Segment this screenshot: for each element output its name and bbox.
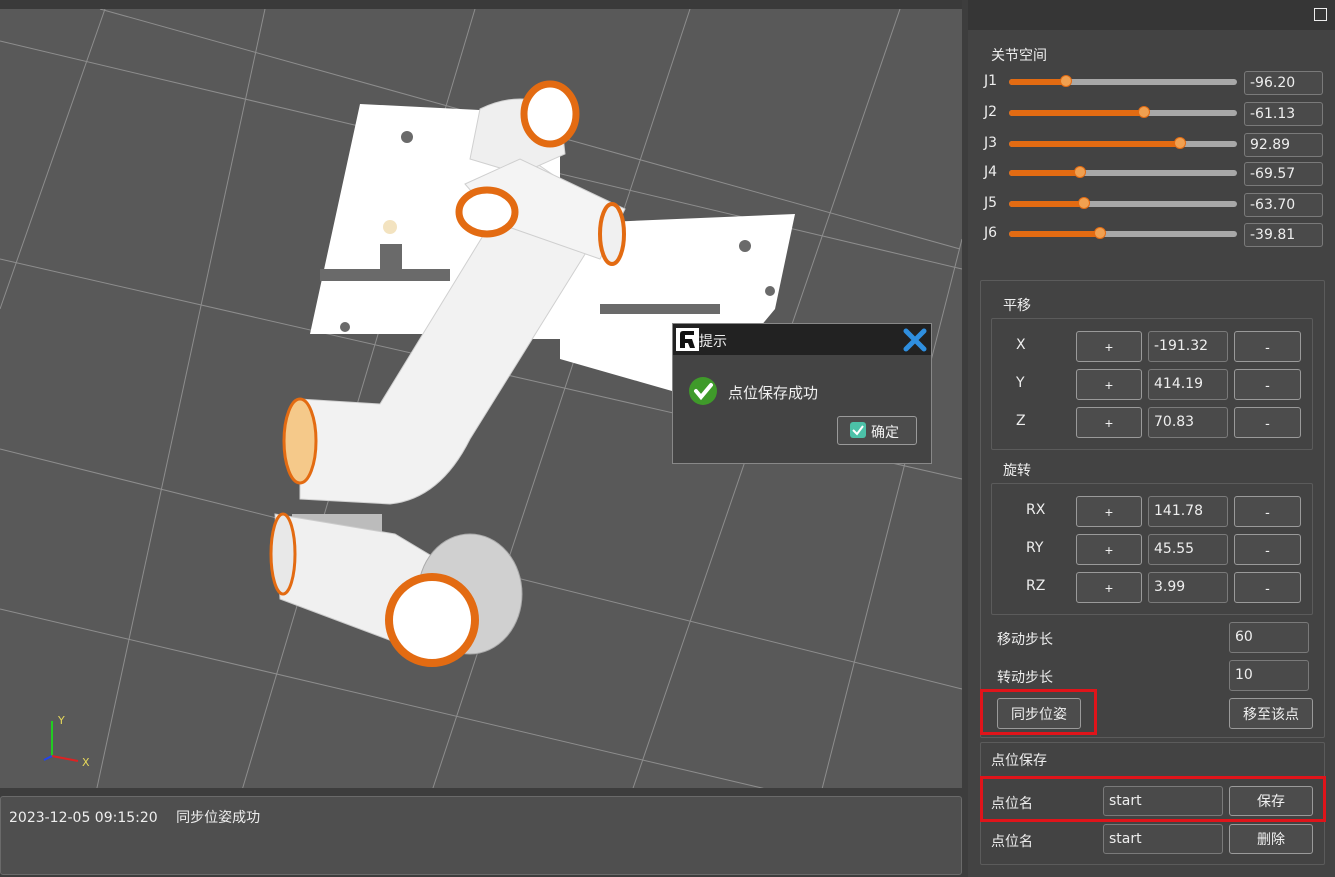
axis-minus-button[interactable]: - xyxy=(1234,331,1301,362)
sync-pose-button[interactable]: 同步位姿 xyxy=(997,698,1081,729)
dialog-header: 提示 xyxy=(673,324,931,355)
delete-button[interactable]: 删除 xyxy=(1229,824,1313,854)
rotation-title: 旋转 xyxy=(1003,463,1031,479)
axis-plus-button[interactable]: + xyxy=(1076,369,1142,400)
save-button[interactable]: 保存 xyxy=(1229,786,1313,816)
axis-label: RY xyxy=(1026,540,1044,556)
joint-row-j4: J4 -69.57 xyxy=(984,162,1329,186)
joint-space-title: 关节空间 xyxy=(991,48,1047,64)
joint-row-j5: J5 -63.70 xyxy=(984,193,1329,217)
axis-minus-button[interactable]: - xyxy=(1234,572,1301,603)
axis-label: RX xyxy=(1026,502,1046,518)
joint-value-input[interactable]: -96.20 xyxy=(1244,71,1323,95)
axis-minus-button[interactable]: - xyxy=(1234,496,1301,527)
slider-fill xyxy=(1009,231,1101,237)
tip-dialog: 提示 点位保存成功 确定 xyxy=(672,323,932,464)
restore-window-icon[interactable] xyxy=(1314,8,1327,21)
slider-fill xyxy=(1009,79,1066,85)
log-entry: 2023-12-05 09:15:20 同步位姿成功 xyxy=(9,807,260,827)
slider-thumb[interactable] xyxy=(1174,137,1186,149)
panel-titlebar xyxy=(968,0,1335,30)
axis-plus-button[interactable]: + xyxy=(1076,572,1142,603)
axis-y-label: Y xyxy=(57,714,65,727)
slider-fill xyxy=(1009,201,1085,207)
rotate-step-label: 转动步长 xyxy=(997,670,1053,686)
delete-point-name-input[interactable]: start xyxy=(1103,824,1223,854)
joint-slider[interactable] xyxy=(1009,75,1237,87)
joint-value-input[interactable]: -61.13 xyxy=(1244,102,1323,126)
axis-plus-button[interactable]: + xyxy=(1076,407,1142,438)
slider-thumb[interactable] xyxy=(1060,75,1072,87)
joint-value-input[interactable]: -69.57 xyxy=(1244,162,1323,186)
axis-label: Y xyxy=(1016,375,1025,391)
joint-value-input[interactable]: -63.70 xyxy=(1244,193,1323,217)
slider-fill xyxy=(1009,141,1180,147)
log-timestamp: 2023-12-05 09:15:20 xyxy=(9,810,158,826)
move-step-input[interactable]: 60 xyxy=(1229,622,1309,653)
success-check-icon xyxy=(689,377,717,405)
log-message: 同步位姿成功 xyxy=(176,810,261,826)
axis-plus-button[interactable]: + xyxy=(1076,534,1142,565)
axis-value-input[interactable]: -191.32 xyxy=(1148,331,1228,362)
axis-minus-button[interactable]: - xyxy=(1234,369,1301,400)
rotate-step-input[interactable]: 10 xyxy=(1229,660,1309,691)
axis-value-input[interactable]: 414.19 xyxy=(1148,369,1228,400)
move-step-label: 移动步长 xyxy=(997,632,1053,648)
joint-row-j1: J1 -96.20 xyxy=(984,71,1329,95)
joint-label: J5 xyxy=(984,195,998,211)
ok-button-label: 确定 xyxy=(871,424,899,440)
joint-slider[interactable] xyxy=(1009,197,1237,209)
checkbox-icon xyxy=(850,422,866,438)
axis-value-input[interactable]: 70.83 xyxy=(1148,407,1228,438)
point-name-input[interactable]: start xyxy=(1103,786,1223,816)
joint-label: J1 xyxy=(984,73,998,89)
point-save-title: 点位保存 xyxy=(991,753,1047,769)
close-icon[interactable] xyxy=(902,327,928,353)
joint-row-j3: J3 92.89 xyxy=(984,133,1329,157)
log-panel[interactable]: 2023-12-05 09:15:20 同步位姿成功 xyxy=(0,796,962,875)
axis-minus-button[interactable]: - xyxy=(1234,534,1301,565)
axis-triad xyxy=(43,721,79,762)
axis-minus-button[interactable]: - xyxy=(1234,407,1301,438)
joint-label: J3 xyxy=(984,135,998,151)
joint-value-input[interactable]: -39.81 xyxy=(1244,223,1323,247)
axis-value-input[interactable]: 3.99 xyxy=(1148,572,1228,603)
axis-label: RZ xyxy=(1026,578,1046,594)
axis-label: Z xyxy=(1016,413,1026,429)
slider-thumb[interactable] xyxy=(1078,197,1091,209)
joint-label: J6 xyxy=(984,225,998,241)
slider-thumb[interactable] xyxy=(1094,227,1107,239)
joint-label: J2 xyxy=(984,104,998,120)
control-panel: 关节空间 J1 -96.20 J2 -61.13 J3 92.89 J4 -69.57 J5 -6… xyxy=(968,0,1335,877)
joint-slider[interactable] xyxy=(1009,106,1237,118)
translation-title: 平移 xyxy=(1003,298,1031,314)
delete-point-name-label: 点位名 xyxy=(991,834,1033,850)
app-logo-icon xyxy=(676,328,699,351)
joint-slider[interactable] xyxy=(1009,227,1237,239)
slider-thumb[interactable] xyxy=(1137,106,1150,118)
ok-button[interactable]: 确定 xyxy=(837,416,917,445)
slider-fill xyxy=(1009,170,1080,176)
move-to-point-button[interactable]: 移至该点 xyxy=(1229,698,1313,729)
point-name-label: 点位名 xyxy=(991,796,1033,812)
axis-plus-button[interactable]: + xyxy=(1076,496,1142,527)
joint-slider[interactable] xyxy=(1009,137,1237,149)
joint-slider[interactable] xyxy=(1009,166,1237,178)
axis-value-input[interactable]: 45.55 xyxy=(1148,534,1228,565)
tool-point xyxy=(383,220,397,234)
joint-row-j6: J6 -39.81 xyxy=(984,223,1329,247)
joint-label: J4 xyxy=(984,164,998,180)
dialog-title: 提示 xyxy=(699,334,727,350)
dialog-message: 点位保存成功 xyxy=(728,384,819,402)
axis-label: X xyxy=(1016,337,1026,353)
slider-thumb[interactable] xyxy=(1073,166,1086,178)
joint-value-input[interactable]: 92.89 xyxy=(1244,133,1323,157)
joint-row-j2: J2 -61.13 xyxy=(984,102,1329,126)
axis-plus-button[interactable]: + xyxy=(1076,331,1142,362)
slider-fill xyxy=(1009,110,1144,116)
axis-x-label: X xyxy=(82,756,90,769)
axis-value-input[interactable]: 141.78 xyxy=(1148,496,1228,527)
